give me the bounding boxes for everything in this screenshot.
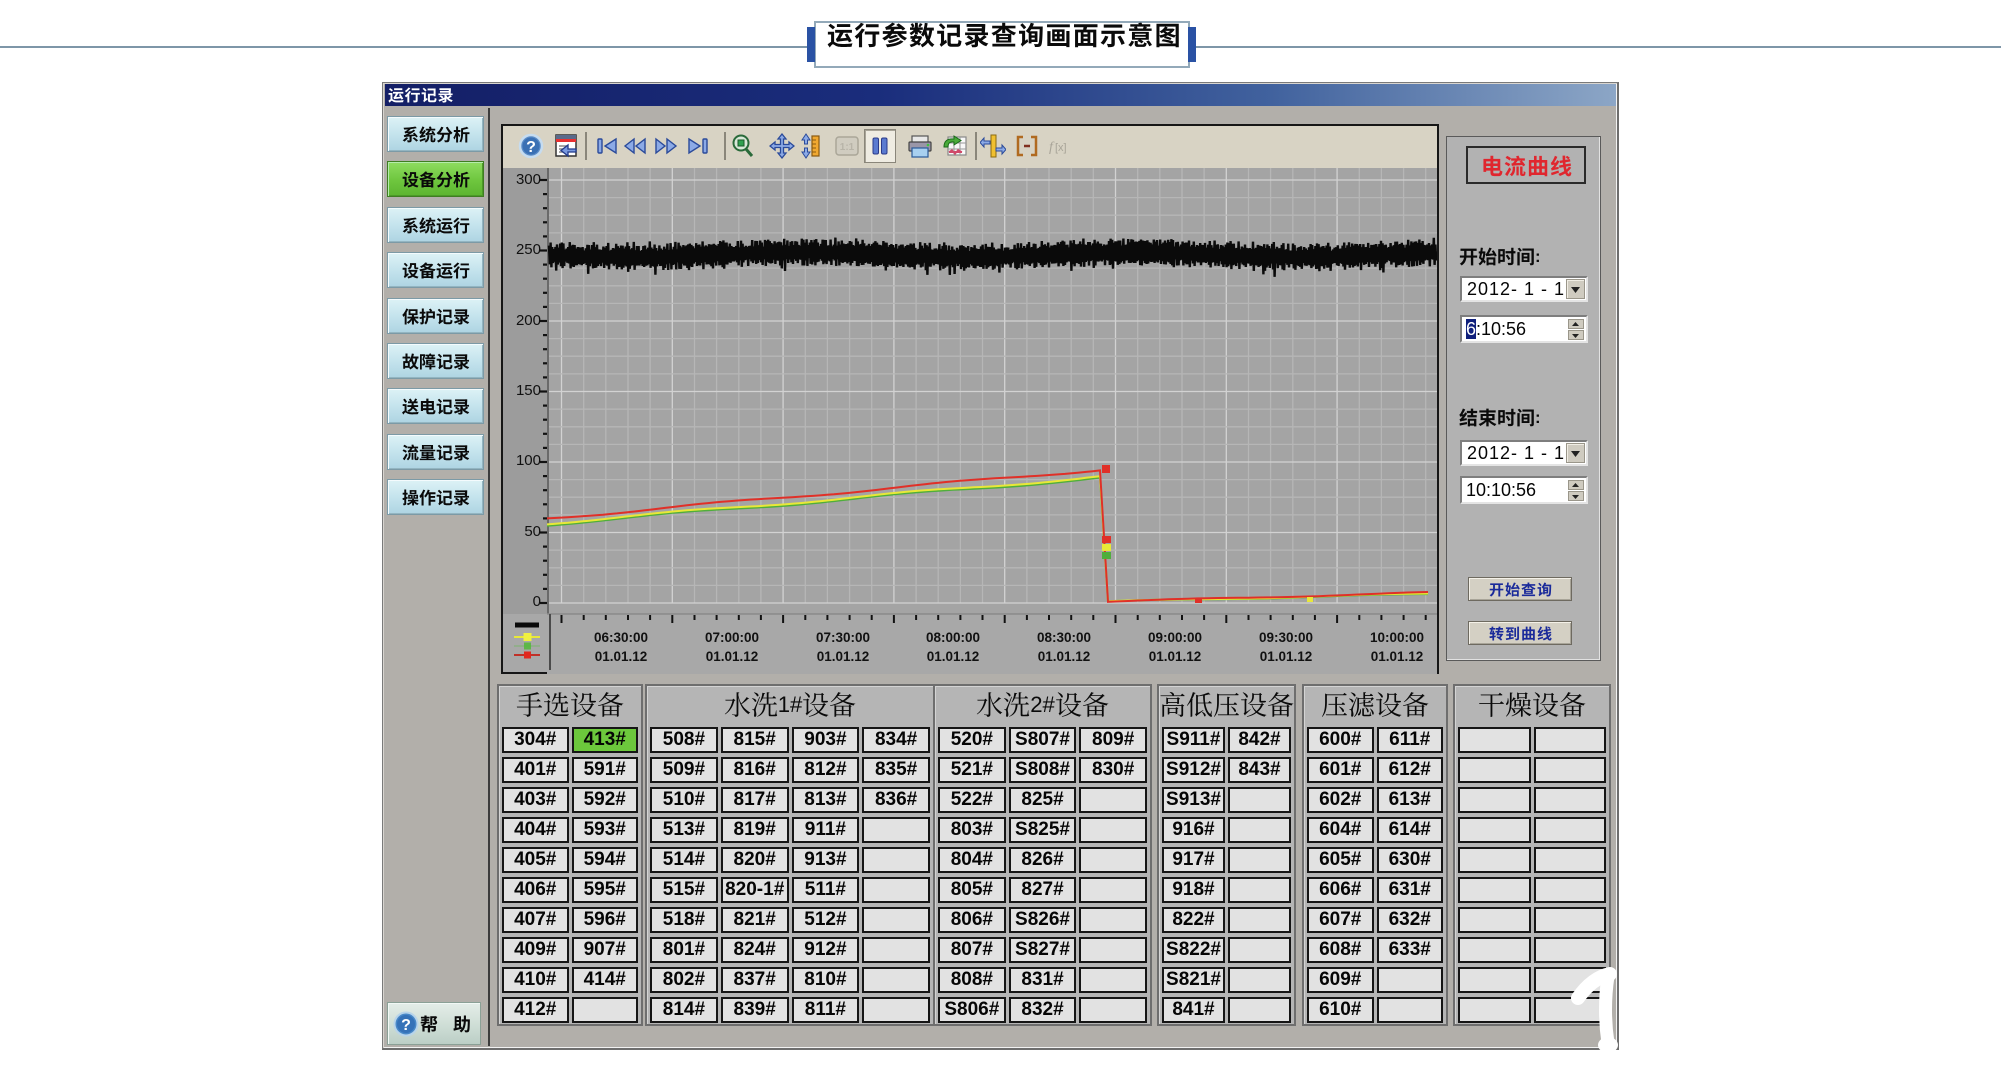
svg-text:[x]: [x] — [1055, 142, 1067, 154]
svg-text:1:1: 1:1 — [840, 142, 855, 153]
svg-text:?: ? — [526, 139, 536, 156]
svg-text:?: ? — [401, 1017, 411, 1034]
